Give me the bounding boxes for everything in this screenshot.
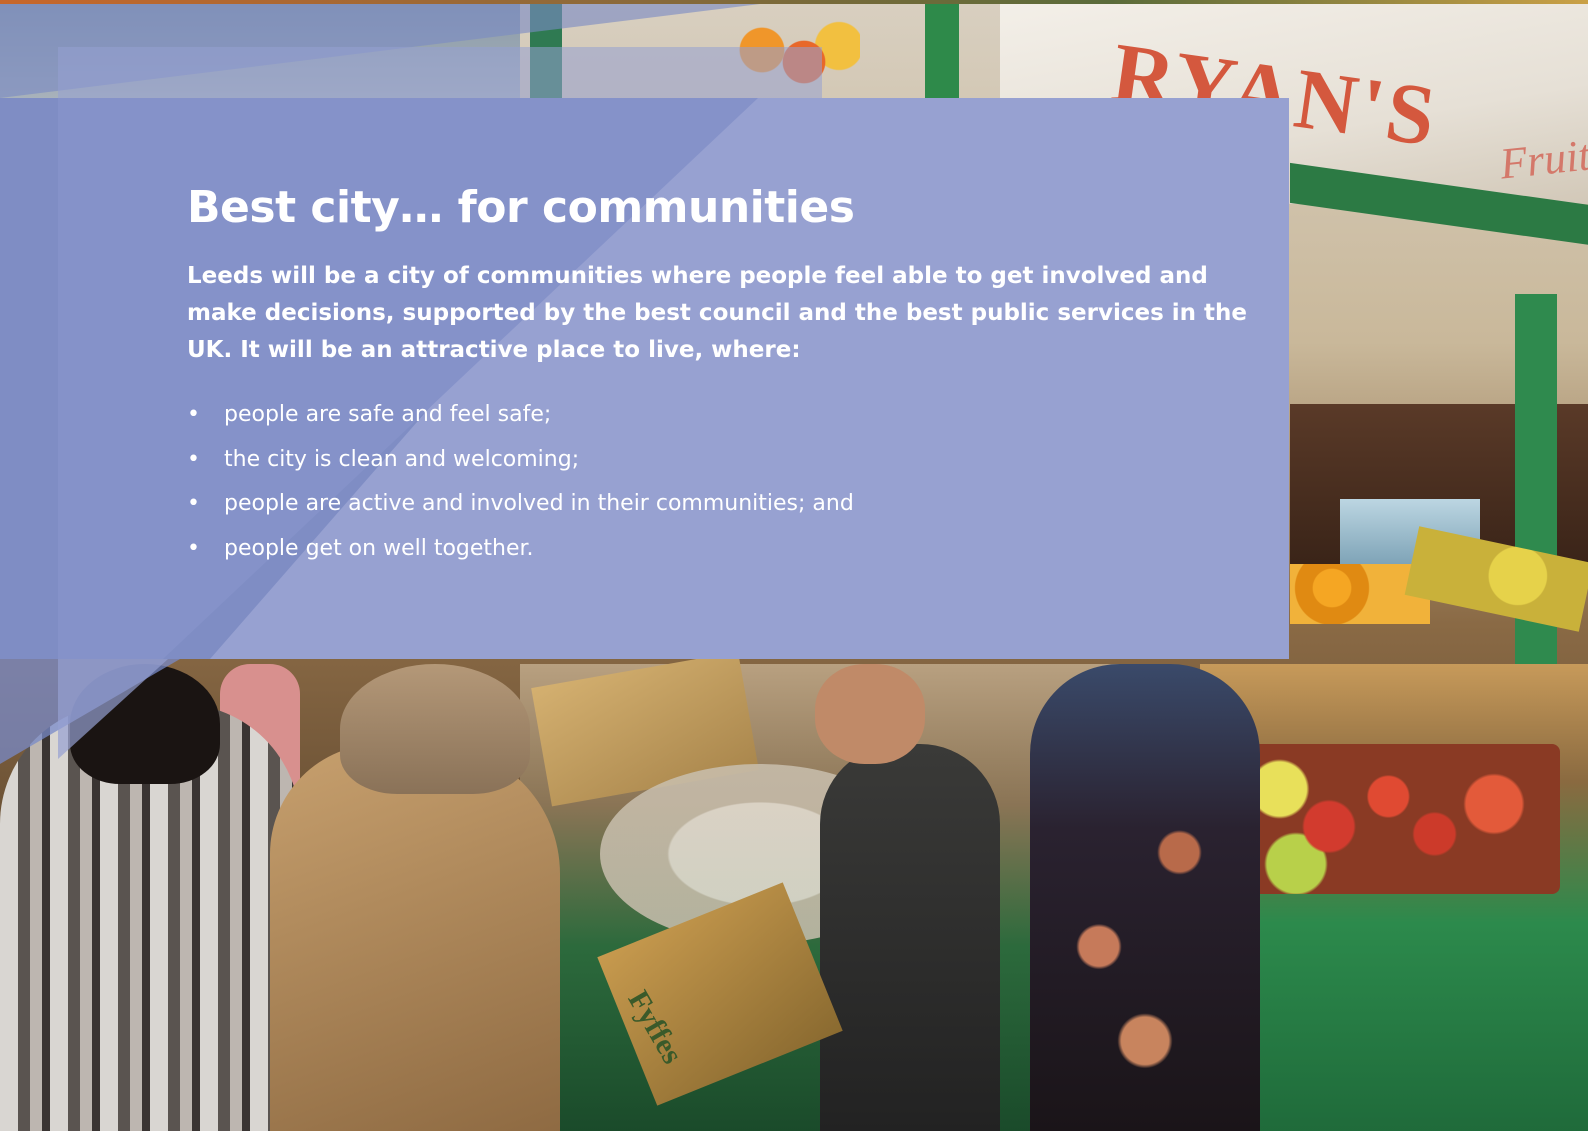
list-item-text: people get on well together. bbox=[224, 535, 534, 561]
lead-paragraph: Leeds will be a city of communities wher… bbox=[187, 263, 1247, 363]
photo-stall-sign-sub: Fruit bbox=[1497, 130, 1588, 189]
panel-content: Best city… for communities Leeds will be… bbox=[187, 182, 1247, 571]
decorative-tint-band bbox=[58, 47, 822, 98]
photo-apples bbox=[1230, 744, 1560, 894]
bullet-list: • people are safe and feel safe; • the cit… bbox=[187, 393, 1247, 571]
photo-shopper-brown-coat bbox=[270, 744, 560, 1131]
list-item-text: people are safe and feel safe; bbox=[224, 402, 552, 427]
list-item-text: people are active and involved in their … bbox=[224, 491, 854, 516]
list-item: • people are safe and feel safe; bbox=[187, 393, 1247, 438]
page-title: Best city… for communities bbox=[187, 182, 855, 233]
photo-shopper-hood bbox=[340, 664, 530, 794]
content-panel: Best city… for communities Leeds will be… bbox=[0, 98, 1289, 659]
bullet-icon: • bbox=[187, 402, 200, 427]
list-item-text: the city is clean and welcoming; bbox=[224, 446, 580, 472]
list-item: • people get on well together. bbox=[187, 527, 1247, 572]
bullet-icon: • bbox=[187, 535, 200, 561]
bullet-icon: • bbox=[187, 491, 200, 516]
list-item: • the city is clean and welcoming; bbox=[187, 438, 1247, 483]
bullet-icon: • bbox=[187, 446, 200, 472]
list-item: • people are active and involved in their… bbox=[187, 482, 1247, 527]
photo-shopper-headscarf bbox=[1030, 664, 1260, 1131]
photo-stallholder bbox=[820, 744, 1000, 1131]
photo-stallholder-head bbox=[815, 664, 925, 764]
